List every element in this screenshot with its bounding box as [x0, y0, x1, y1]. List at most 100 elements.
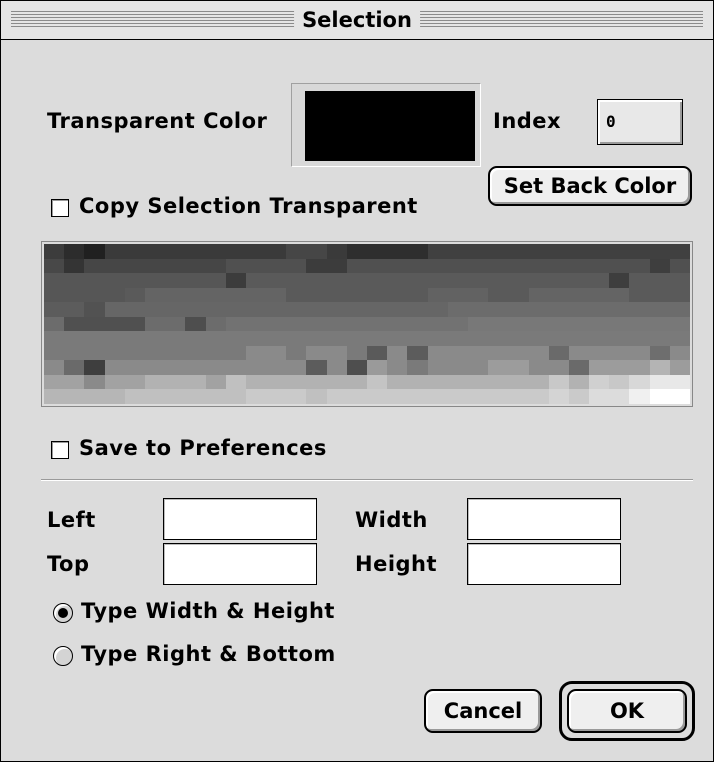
preview-pixel — [488, 273, 509, 288]
type-width-height-label: Type Width & Height — [81, 599, 335, 623]
preview-pixel — [44, 273, 65, 288]
preview-pixel — [427, 360, 448, 375]
transparent-color-label: Transparent Color — [47, 109, 268, 133]
preview-pixel — [124, 316, 145, 332]
ok-button[interactable]: OK — [567, 689, 687, 733]
preview-pixel — [407, 374, 428, 390]
title-bar[interactable]: Selection — [1, 1, 713, 40]
preview-pixel — [528, 287, 549, 303]
preview-pixel — [286, 258, 307, 274]
preview-pixel — [44, 316, 65, 332]
save-to-preferences-checkbox[interactable] — [51, 441, 69, 459]
preview-pixel — [629, 389, 650, 405]
preview-pixel — [387, 374, 408, 390]
preview-pixel — [589, 258, 610, 274]
preview-pixel — [104, 302, 125, 317]
set-back-color-button[interactable]: Set Back Color — [488, 166, 692, 206]
preview-pixel — [44, 374, 65, 390]
preview-pixel — [144, 374, 166, 390]
preview-pixel — [488, 345, 509, 361]
preview-pixel — [245, 374, 267, 390]
preview-pixel — [427, 389, 448, 405]
preview-pixel — [266, 244, 287, 259]
preview-pixel — [407, 316, 428, 332]
type-right-bottom-radio[interactable] — [53, 646, 73, 666]
preview-pixel — [84, 389, 105, 405]
copy-selection-transparent-label: Copy Selection Transparent — [79, 194, 418, 218]
preview-pixel — [205, 302, 226, 317]
preview-pixel — [346, 244, 367, 259]
preview-pixel — [165, 302, 186, 317]
preview-pixel — [84, 374, 105, 390]
preview-pixel — [104, 273, 125, 288]
preview-pixel — [44, 302, 65, 317]
copy-selection-transparent-checkbox[interactable] — [51, 199, 69, 217]
preview-pixel — [84, 360, 105, 375]
preview-pixel — [84, 273, 105, 288]
preview-pixel — [568, 360, 590, 375]
preview-pixel — [205, 374, 226, 390]
preview-pixel — [185, 316, 206, 332]
preview-pixel — [508, 258, 529, 274]
preview-pixel — [286, 360, 307, 375]
preview-pixel — [104, 258, 125, 274]
preview-pixel — [306, 331, 327, 346]
preview-pixel — [589, 374, 610, 390]
preview-pixel — [508, 244, 529, 259]
height-field[interactable] — [467, 543, 621, 585]
preview-pixel — [447, 273, 468, 288]
preview-pixel — [649, 287, 670, 303]
preview-pixel — [589, 360, 610, 375]
height-label: Height — [355, 552, 438, 576]
preview-pixel — [266, 258, 287, 274]
preview-pixel — [387, 287, 408, 303]
preview-pixel — [427, 302, 448, 317]
preview-pixel — [548, 345, 569, 361]
preview-pixel — [346, 360, 367, 375]
preview-pixel — [286, 389, 307, 405]
preview-pixel — [124, 389, 145, 405]
preview-pixel — [467, 287, 489, 303]
preview-pixel — [528, 345, 549, 361]
left-label: Left — [47, 508, 96, 532]
top-field[interactable] — [163, 543, 317, 585]
width-field[interactable] — [467, 498, 621, 540]
preview-pixel — [367, 389, 388, 405]
type-width-height-radio[interactable] — [53, 603, 73, 623]
preview-pixel — [64, 273, 85, 288]
preview-pixel — [548, 287, 569, 303]
preview-pixel — [306, 345, 327, 361]
preview-pixel — [104, 316, 125, 332]
index-field[interactable]: 0 — [597, 99, 683, 145]
preview-pixel — [165, 345, 186, 361]
preview-pixel — [427, 345, 448, 361]
preview-pixel — [165, 331, 186, 346]
preview-pixel — [286, 316, 307, 332]
preview-pixel — [447, 287, 468, 303]
top-label: Top — [47, 552, 90, 576]
preview-pixel — [367, 302, 388, 317]
preview-pixel — [629, 331, 650, 346]
preview-pixel — [185, 273, 206, 288]
cancel-button[interactable]: Cancel — [424, 689, 542, 733]
preview-pixel — [649, 360, 670, 375]
preview-pixel — [609, 244, 630, 259]
preview-pixel — [266, 287, 287, 303]
preview-pixel — [84, 258, 105, 274]
transparent-color-swatch[interactable] — [305, 91, 475, 161]
preview-pixel — [467, 258, 489, 274]
preview-pixel — [669, 360, 690, 375]
preview-pixel — [548, 331, 569, 346]
preview-pixel — [589, 273, 610, 288]
left-field[interactable] — [163, 498, 317, 540]
preview-pixel — [225, 331, 246, 346]
preview-pixel — [669, 302, 690, 317]
preview-pixel — [124, 258, 145, 274]
preview-pixel — [387, 316, 408, 332]
preview-pixel — [266, 331, 287, 346]
preview-pixel — [124, 345, 145, 361]
preview-pixel — [144, 360, 166, 375]
preview-pixel — [346, 345, 367, 361]
preview-pixel — [205, 345, 226, 361]
preview-pixel — [144, 316, 166, 332]
